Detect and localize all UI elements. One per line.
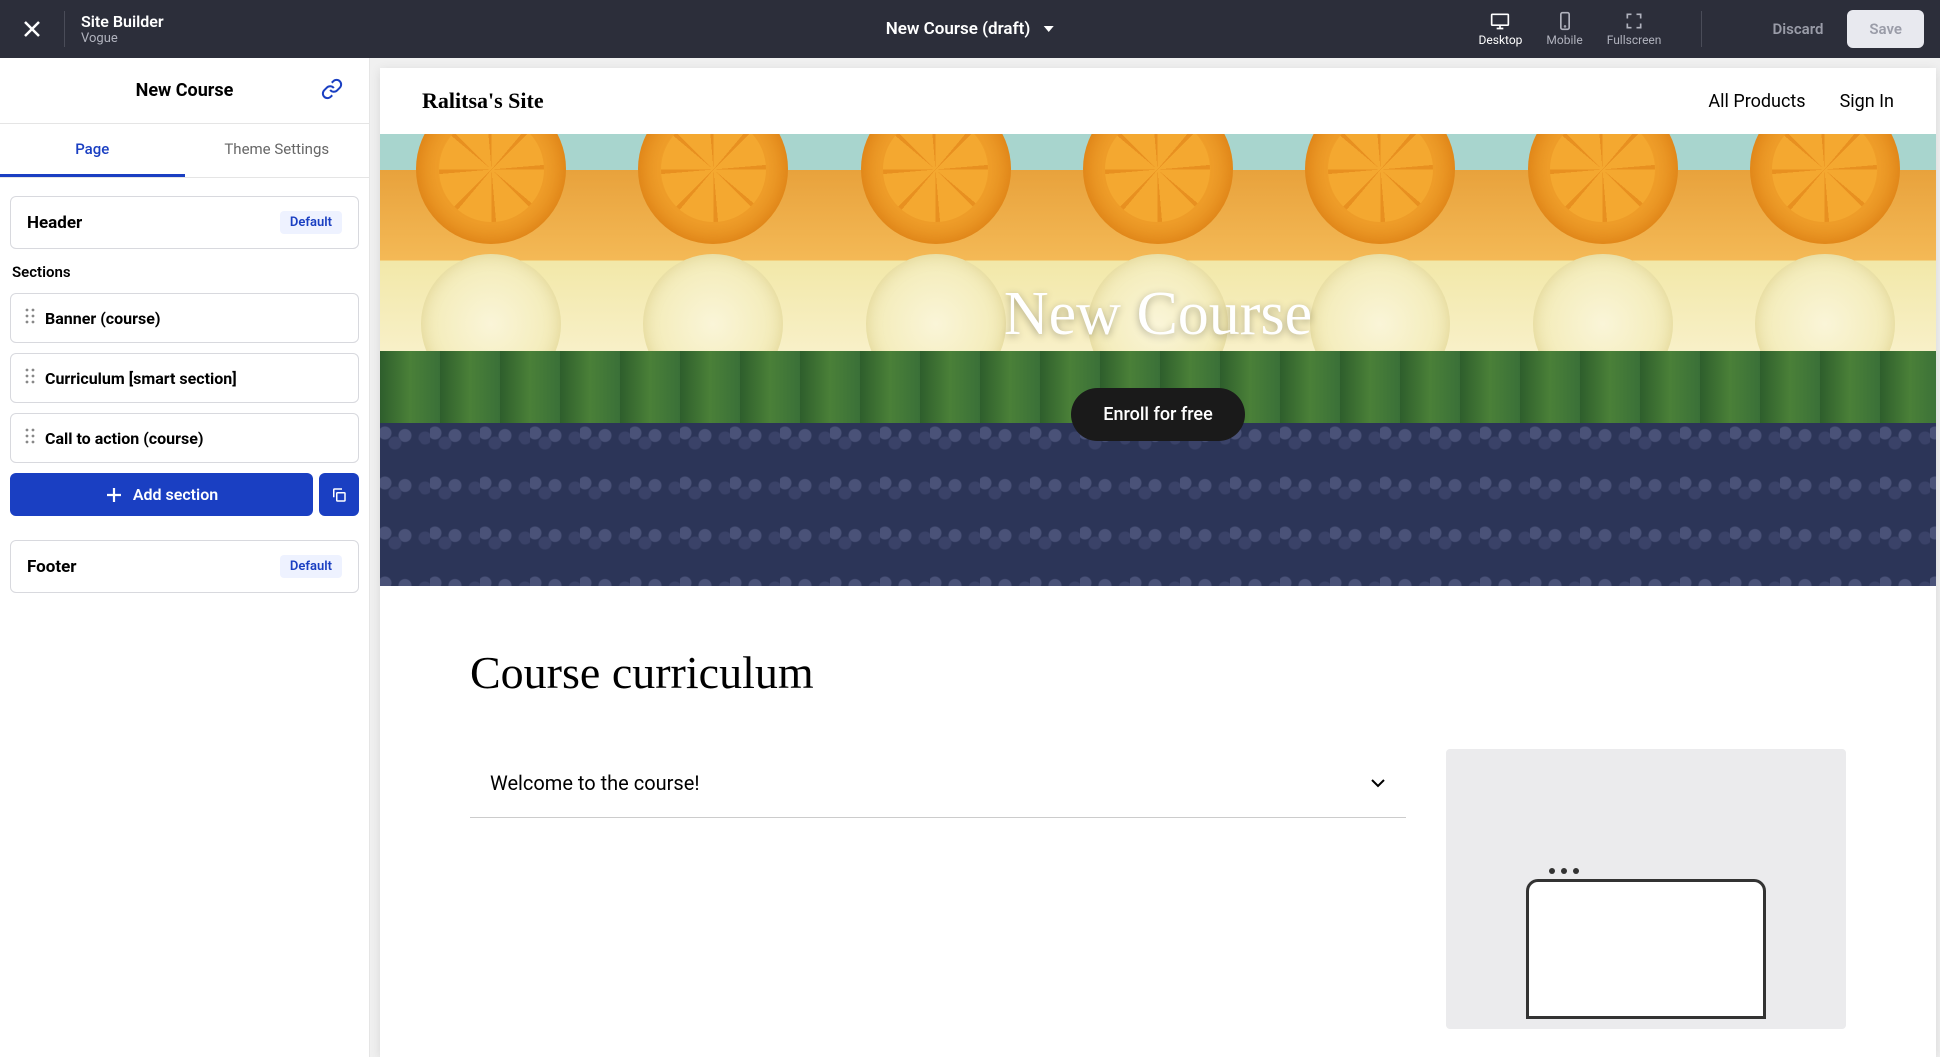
chevron-down-icon — [1370, 775, 1386, 791]
header-label: Header — [27, 213, 82, 233]
close-icon — [23, 20, 41, 38]
save-button[interactable]: Save — [1847, 10, 1924, 48]
link-icon-button[interactable] — [321, 78, 343, 104]
add-section-label: Add section — [133, 485, 218, 504]
preview-site-header: Ralitsa's Site All Products Sign In — [380, 68, 1936, 134]
page-selector-label: New Course (draft) — [886, 19, 1031, 39]
desktop-icon — [1490, 11, 1510, 31]
banner-title: New Course — [1004, 279, 1312, 350]
drag-handle-icon[interactable] — [25, 308, 35, 328]
nav-all-products[interactable]: All Products — [1708, 91, 1805, 112]
desktop-viewport-button[interactable]: Desktop — [1479, 11, 1523, 47]
caret-down-icon — [1042, 23, 1054, 35]
copy-sections-button[interactable] — [319, 473, 359, 516]
nav-sign-in[interactable]: Sign In — [1840, 91, 1894, 112]
enroll-button[interactable]: Enroll for free — [1071, 388, 1244, 441]
curriculum-heading: Course curriculum — [470, 646, 1846, 699]
sections-label: Sections — [12, 263, 359, 281]
fullscreen-icon — [1624, 11, 1644, 31]
curriculum-placeholder-image — [1446, 749, 1846, 1029]
sidebar: New Course Page Theme Settings Header De… — [0, 58, 370, 1057]
preview-nav: All Products Sign In — [1708, 91, 1894, 112]
curriculum-item-label: Welcome to the course! — [490, 771, 700, 795]
device-illustration — [1526, 879, 1766, 1019]
preview-area: Ralitsa's Site All Products Sign In — [370, 58, 1940, 1057]
add-section-button[interactable]: Add section — [10, 473, 313, 516]
discard-button[interactable]: Discard — [1758, 12, 1837, 46]
mobile-icon — [1555, 11, 1575, 31]
curriculum-item[interactable]: Welcome to the course! — [470, 749, 1406, 818]
section-label: Call to action (course) — [45, 429, 203, 448]
viewport-controls: Desktop Mobile Fullscreen Discard Save — [1479, 10, 1924, 48]
sidebar-header: New Course — [0, 58, 369, 124]
section-label: Banner (course) — [45, 309, 160, 328]
main-layout: New Course Page Theme Settings Header De… — [0, 58, 1940, 1057]
footer-label: Footer — [27, 557, 77, 577]
preview-site-name[interactable]: Ralitsa's Site — [422, 88, 544, 114]
divider — [64, 11, 65, 47]
topbar: Site Builder Vogue New Course (draft) De… — [0, 0, 1940, 58]
mobile-viewport-button[interactable]: Mobile — [1546, 11, 1582, 47]
section-curriculum[interactable]: Curriculum [smart section] — [10, 353, 359, 403]
fullscreen-viewport-button[interactable]: Fullscreen — [1607, 11, 1662, 47]
header-section-card[interactable]: Header Default — [10, 196, 359, 249]
curriculum-list: Welcome to the course! — [470, 749, 1406, 1029]
preview-frame[interactable]: Ralitsa's Site All Products Sign In — [380, 68, 1936, 1057]
action-buttons: Discard Save — [1758, 10, 1924, 48]
default-badge: Default — [280, 211, 342, 234]
drag-handle-icon[interactable] — [25, 428, 35, 448]
plus-icon — [105, 486, 123, 504]
default-badge: Default — [280, 555, 342, 578]
sidebar-title: New Course — [136, 80, 234, 101]
add-section-row: Add section — [10, 473, 359, 516]
sidebar-content: Header Default Sections Banner (course) … — [0, 178, 369, 1057]
page-selector[interactable]: New Course (draft) — [886, 19, 1055, 39]
curriculum-section: Course curriculum Welcome to the course! — [380, 586, 1936, 1057]
tab-theme-settings[interactable]: Theme Settings — [185, 124, 370, 177]
desktop-label: Desktop — [1479, 33, 1523, 47]
banner-background-image — [380, 134, 1936, 586]
link-icon — [321, 78, 343, 100]
fullscreen-label: Fullscreen — [1607, 33, 1662, 47]
site-info: Site Builder Vogue — [81, 12, 164, 46]
section-label: Curriculum [smart section] — [45, 369, 237, 388]
sidebar-tabs: Page Theme Settings — [0, 124, 369, 178]
divider — [1701, 11, 1702, 47]
banner-section: New Course Enroll for free — [380, 134, 1936, 586]
site-theme-name: Vogue — [81, 31, 164, 46]
mobile-label: Mobile — [1546, 33, 1582, 47]
close-button[interactable] — [16, 13, 48, 45]
curriculum-row: Welcome to the course! — [470, 749, 1846, 1029]
drag-handle-icon[interactable] — [25, 368, 35, 388]
section-banner[interactable]: Banner (course) — [10, 293, 359, 343]
footer-section-card[interactable]: Footer Default — [10, 540, 359, 593]
site-builder-title: Site Builder — [81, 12, 164, 31]
copy-icon — [330, 486, 348, 504]
tab-page[interactable]: Page — [0, 124, 185, 177]
section-call-to-action[interactable]: Call to action (course) — [10, 413, 359, 463]
